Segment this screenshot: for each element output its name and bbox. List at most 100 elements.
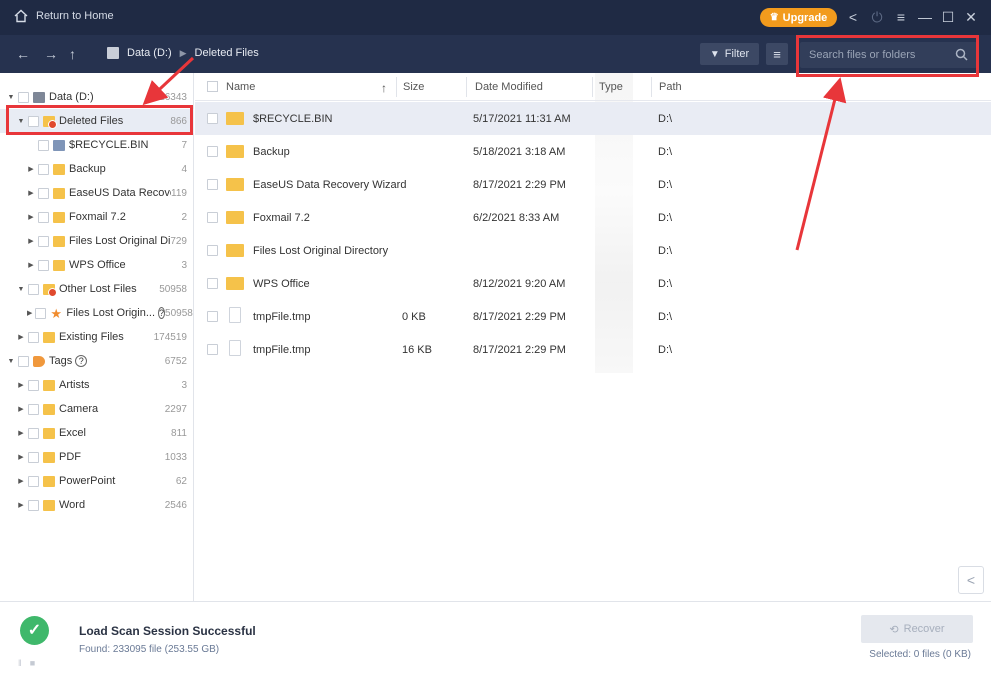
tree-item[interactable]: ▶ Artists 3 xyxy=(0,373,194,397)
tree-checkbox[interactable] xyxy=(38,187,49,199)
sort-arrow-icon[interactable]: ↑ xyxy=(381,81,387,95)
tree-item-count: 174519 xyxy=(153,331,187,343)
tree-checkbox[interactable] xyxy=(18,91,29,103)
column-header-name[interactable]: Name xyxy=(226,81,255,93)
column-header-type[interactable]: Type xyxy=(599,81,623,93)
tree-item[interactable]: ▶ EaseUS Data Recovery...119 xyxy=(0,181,194,205)
table-row[interactable]: $RECYCLE.BIN 5/17/2021 11:31 AM D:\ xyxy=(195,102,991,135)
close-icon[interactable]: ✕ xyxy=(963,9,979,25)
forward-arrow-icon[interactable]: → xyxy=(44,46,58,62)
column-header-size[interactable]: Size xyxy=(403,81,424,93)
expand-right-icon[interactable]: ▶ xyxy=(27,189,35,197)
tree-checkbox[interactable] xyxy=(28,331,39,343)
tree-checkbox[interactable] xyxy=(28,403,39,415)
tree-item[interactable]: ▶ Word 2546 xyxy=(0,493,194,517)
return-home-button[interactable]: Return to Home xyxy=(14,9,114,23)
tree-item-label: Tags xyxy=(49,355,73,367)
select-all-checkbox[interactable] xyxy=(207,81,218,92)
tree-item[interactable]: ▶ WPS Office 3 xyxy=(0,253,194,277)
table-row[interactable]: tmpFile.tmp 0 KB 8/17/2021 2:29 PM D:\ xyxy=(195,300,991,333)
expand-right-icon[interactable]: ▶ xyxy=(27,309,32,317)
expand-right-icon[interactable]: ▶ xyxy=(27,237,35,245)
table-row[interactable]: Foxmail 7.2 6/2/2021 8:33 AM D:\ xyxy=(195,201,991,234)
view-menu-button[interactable]: ≡ xyxy=(766,43,788,65)
column-header-date-modified[interactable]: Date Modified xyxy=(475,81,543,93)
cell-path: D:\ xyxy=(658,212,673,224)
expand-right-icon[interactable]: ▶ xyxy=(27,261,35,269)
help-icon[interactable]: ? xyxy=(158,307,166,319)
table-row[interactable]: Backup 5/18/2021 3:18 AM D:\ xyxy=(195,135,991,168)
tree-item[interactable]: ▶ ★ Files Lost Origin...? 50958 xyxy=(0,301,194,325)
row-checkbox[interactable] xyxy=(207,146,218,157)
tree-checkbox[interactable] xyxy=(38,211,49,223)
tree-item[interactable]: $RECYCLE.BIN 7 xyxy=(0,133,194,157)
expand-right-icon[interactable]: ▶ xyxy=(27,213,35,221)
recover-label: Recover xyxy=(903,623,945,635)
expand-down-icon[interactable]: ▼ xyxy=(7,94,15,101)
tree-item[interactable]: ▶ Camera 2297 xyxy=(0,397,194,421)
tree-checkbox[interactable] xyxy=(38,163,49,175)
tree-item[interactable]: ▼ Other Lost Files 50958 xyxy=(0,277,194,301)
tree-item[interactable]: ▶ Excel 811 xyxy=(0,421,194,445)
tree-item[interactable]: ▶ Existing Files 174519 xyxy=(0,325,194,349)
tree-item-label: Excel xyxy=(59,427,86,439)
breadcrumb-item-drive[interactable]: Data (D:) xyxy=(127,47,172,59)
minimize-icon[interactable]: — xyxy=(917,9,933,25)
upgrade-button[interactable]: ♛ Upgrade xyxy=(760,8,837,27)
expand-right-icon[interactable]: ▶ xyxy=(27,165,35,173)
expand-right-icon[interactable]: ▶ xyxy=(17,477,25,485)
tree-checkbox[interactable] xyxy=(28,283,39,295)
cell-name: Foxmail 7.2 xyxy=(253,212,310,224)
tree-checkbox[interactable] xyxy=(28,451,39,463)
row-checkbox[interactable] xyxy=(207,245,218,256)
tree-item[interactable]: ▶ Foxmail 7.2 2 xyxy=(0,205,194,229)
tree-item[interactable]: ▶ PowerPoint 62 xyxy=(0,469,194,493)
tree-item[interactable]: ▶ Backup 4 xyxy=(0,157,194,181)
tree-checkbox[interactable] xyxy=(28,427,39,439)
tree-item[interactable]: ▶ Files Lost Original Dire...729 xyxy=(0,229,194,253)
expand-right-icon[interactable]: ▶ xyxy=(17,381,25,389)
table-row[interactable]: Files Lost Original Directory D:\ xyxy=(195,234,991,267)
pause-stop-controls[interactable]: ‖■ xyxy=(18,658,43,668)
table-row[interactable]: WPS Office 8/12/2021 9:20 AM D:\ xyxy=(195,267,991,300)
up-arrow-icon[interactable]: ↑ xyxy=(69,46,76,62)
row-checkbox[interactable] xyxy=(207,278,218,289)
folder-icon xyxy=(43,379,55,391)
tree-checkbox[interactable] xyxy=(38,259,49,271)
collapse-panel-button[interactable]: < xyxy=(958,566,984,594)
expand-right-icon[interactable]: ▶ xyxy=(17,501,25,509)
table-row[interactable]: EaseUS Data Recovery Wizard 8/17/2021 2:2… xyxy=(195,168,991,201)
expand-right-icon[interactable]: ▶ xyxy=(17,405,25,413)
breadcrumb-item-current[interactable]: Deleted Files xyxy=(195,47,259,59)
expand-right-icon[interactable]: ▶ xyxy=(17,333,25,341)
filter-button[interactable]: ▼ Filter xyxy=(700,43,759,65)
row-checkbox[interactable] xyxy=(207,311,218,322)
power-icon[interactable]: ⏻ xyxy=(869,9,885,25)
tree-checkbox[interactable] xyxy=(28,475,39,487)
recover-button[interactable]: ⟲ Recover xyxy=(861,615,973,643)
tree-checkbox[interactable] xyxy=(35,307,47,319)
tree-item[interactable]: ▼ Tags? 6752 xyxy=(0,349,194,373)
maximize-icon[interactable]: ☐ xyxy=(940,9,956,25)
expand-down-icon[interactable]: ▼ xyxy=(17,286,25,293)
tree-item[interactable]: ▶ PDF 1033 xyxy=(0,445,194,469)
table-row[interactable]: tmpFile.tmp 16 KB 8/17/2021 2:29 PM D:\ xyxy=(195,333,991,366)
tree-checkbox[interactable] xyxy=(38,235,49,247)
file-icon xyxy=(229,340,241,356)
row-checkbox[interactable] xyxy=(207,113,218,124)
menu-lines-icon[interactable]: ≡ xyxy=(893,9,909,25)
tree-checkbox[interactable] xyxy=(28,499,39,511)
tree-checkbox[interactable] xyxy=(28,379,39,391)
expand-down-icon[interactable]: ▼ xyxy=(7,358,15,365)
back-arrow-icon[interactable]: ← xyxy=(16,46,30,62)
expand-right-icon[interactable]: ▶ xyxy=(17,453,25,461)
share-icon[interactable]: < xyxy=(845,9,861,25)
row-checkbox[interactable] xyxy=(207,344,218,355)
column-header-path[interactable]: Path xyxy=(659,81,682,93)
expand-right-icon[interactable]: ▶ xyxy=(17,429,25,437)
row-checkbox[interactable] xyxy=(207,212,218,223)
row-checkbox[interactable] xyxy=(207,179,218,190)
tree-checkbox[interactable] xyxy=(38,139,49,151)
help-icon[interactable]: ? xyxy=(75,355,88,367)
tree-checkbox[interactable] xyxy=(18,355,29,367)
